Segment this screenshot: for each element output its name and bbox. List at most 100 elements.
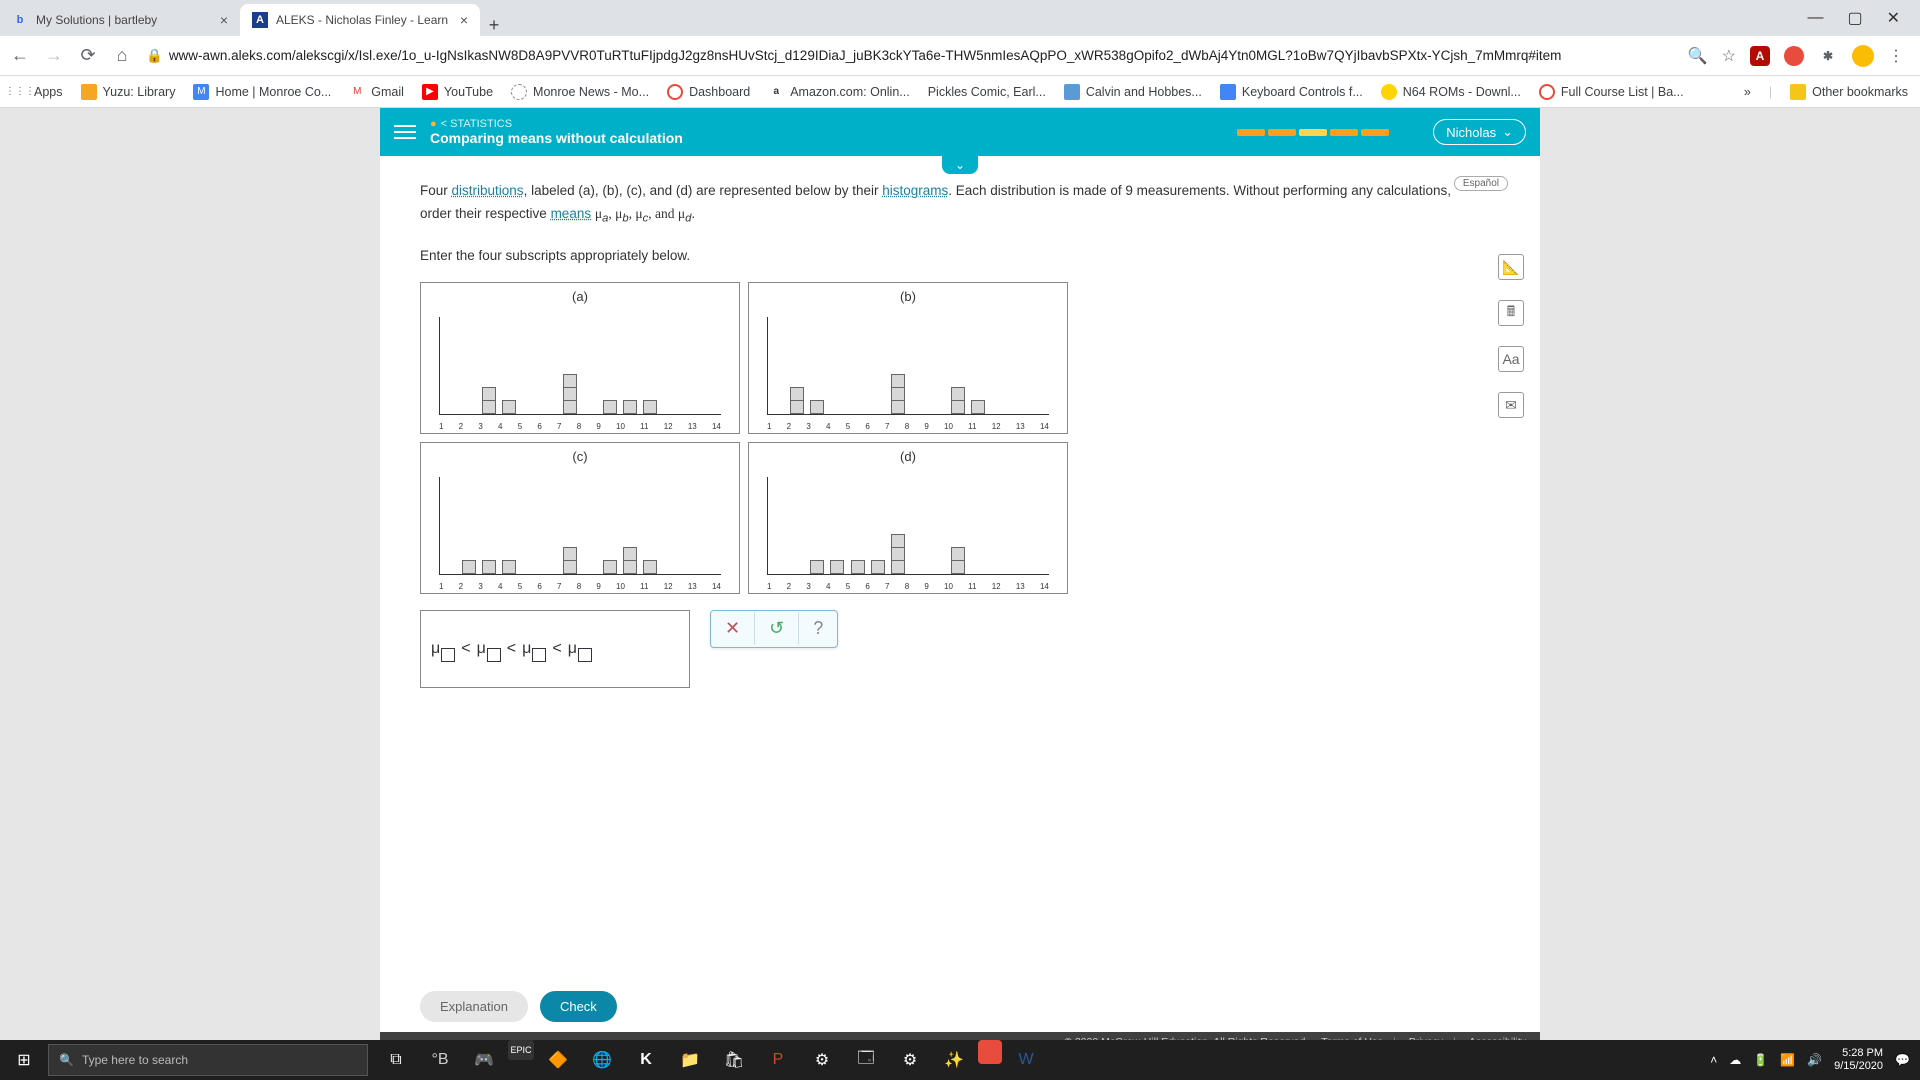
link-distributions[interactable]: distributions xyxy=(452,183,524,198)
breadcrumb[interactable]: ●< STATISTICS xyxy=(430,118,683,130)
clear-button[interactable]: ✕ xyxy=(711,612,755,645)
ext-red-icon[interactable] xyxy=(1784,46,1804,66)
taskbar-app-icon[interactable]: K xyxy=(626,1040,666,1080)
back-icon[interactable]: ← xyxy=(10,45,30,66)
calculator-tool-icon[interactable]: 🖩 xyxy=(1498,300,1524,326)
bookmark-icon xyxy=(1064,84,1080,100)
explanation-button[interactable]: Explanation xyxy=(420,991,528,1022)
taskbar-steam-icon[interactable]: ⚙ xyxy=(890,1040,930,1080)
bookmark-amazon[interactable]: aAmazon.com: Onlin... xyxy=(768,84,910,100)
taskbar-word-icon[interactable]: W xyxy=(1006,1040,1046,1080)
ext-puzzle-icon[interactable]: ✱ xyxy=(1818,46,1838,66)
close-icon[interactable]: × xyxy=(220,12,228,28)
bookmark-label: Home | Monroe Co... xyxy=(215,85,331,99)
search-placeholder: Type here to search xyxy=(82,1053,188,1067)
notifications-icon[interactable]: 💬 xyxy=(1895,1053,1910,1067)
tray-chevron-icon[interactable]: ˄ xyxy=(1710,1053,1717,1067)
link-histograms[interactable]: histograms xyxy=(882,183,948,198)
taskbar-chrome-icon[interactable]: 🌐 xyxy=(582,1040,622,1080)
tab-bartleby[interactable]: b My Solutions | bartleby × xyxy=(0,4,240,36)
url-field[interactable]: 🔒 www-awn.aleks.com/alekscgi/x/Isl.exe/1… xyxy=(146,48,1674,64)
tray-wifi-icon[interactable]: 📶 xyxy=(1780,1053,1795,1067)
bookmark-pickles[interactable]: Pickles Comic, Earl... xyxy=(928,85,1046,99)
bookmarks-overflow-icon[interactable]: » xyxy=(1744,85,1751,99)
subscript-input-2[interactable] xyxy=(487,648,501,662)
task-view-icon[interactable]: ⧉ xyxy=(376,1040,416,1080)
bookmark-youtube[interactable]: ▶YouTube xyxy=(422,84,493,100)
bookmark-gmail[interactable]: MGmail xyxy=(349,84,404,100)
help-button[interactable]: ? xyxy=(799,612,837,645)
bookmark-apps[interactable]: ⋮⋮⋮Apps xyxy=(12,84,63,100)
lock-icon: 🔒 xyxy=(146,48,163,64)
taskbar-clock[interactable]: 5:28 PM 9/15/2020 xyxy=(1834,1047,1883,1073)
user-menu[interactable]: Nicholas ⌄ xyxy=(1433,119,1526,145)
bookmark-dashboard[interactable]: Dashboard xyxy=(667,84,750,100)
reload-icon[interactable]: ⟳ xyxy=(78,45,98,66)
minimize-icon[interactable]: — xyxy=(1807,9,1823,27)
clock-date: 9/15/2020 xyxy=(1834,1060,1883,1073)
subscript-input-4[interactable] xyxy=(578,648,592,662)
maximize-icon[interactable]: ▢ xyxy=(1847,8,1862,28)
tab-aleks[interactable]: A ALEKS - Nicholas Finley - Learn × xyxy=(240,4,480,36)
tab-title: My Solutions | bartleby xyxy=(36,13,157,27)
taskbar-app-icon[interactable]: 🔶 xyxy=(538,1040,578,1080)
star-icon[interactable]: ☆ xyxy=(1722,46,1736,66)
search-url-icon[interactable]: 🔍 xyxy=(1688,46,1708,66)
menu-icon[interactable] xyxy=(394,125,416,139)
check-button[interactable]: Check xyxy=(540,991,617,1022)
bookmark-n64[interactable]: N64 ROMs - Downl... xyxy=(1381,84,1521,100)
message-tool-icon[interactable]: ✉ xyxy=(1498,392,1524,418)
home-icon[interactable]: ⌂ xyxy=(112,45,132,66)
taskbar-app-icon[interactable]: 🎮 xyxy=(464,1040,504,1080)
taskbar-app-icon[interactable]: °B xyxy=(420,1040,460,1080)
plot-label: (c) xyxy=(421,443,739,464)
taskbar-app-icon[interactable]: 🗔 xyxy=(846,1040,886,1080)
forward-icon[interactable]: → xyxy=(44,45,64,66)
font-tool-icon[interactable]: Aa xyxy=(1498,346,1524,372)
ext-adobe-icon[interactable]: A xyxy=(1750,46,1770,66)
start-button[interactable]: ⊞ xyxy=(0,1050,48,1070)
chevron-down-icon[interactable]: ⌄ xyxy=(942,156,978,174)
bookmark-label: Full Course List | Ba... xyxy=(1561,85,1684,99)
language-toggle[interactable]: Español xyxy=(1454,176,1508,191)
favicon-aleks: A xyxy=(252,12,268,28)
taskbar-powerpoint-icon[interactable]: P xyxy=(758,1040,798,1080)
tab-title: ALEKS - Nicholas Finley - Learn xyxy=(276,13,448,27)
reset-button[interactable]: ↺ xyxy=(755,612,799,645)
taskbar-explorer-icon[interactable]: 📁 xyxy=(670,1040,710,1080)
taskbar-app-icon[interactable]: ✨ xyxy=(934,1040,974,1080)
bookmark-fullcourse[interactable]: Full Course List | Ba... xyxy=(1539,84,1684,100)
ruler-tool-icon[interactable]: 📐 xyxy=(1498,254,1524,280)
bookmark-monroe-news[interactable]: Monroe News - Mo... xyxy=(511,84,649,100)
answer-input-box[interactable]: μ < μ < μ < μ xyxy=(420,610,690,688)
text: , and μ xyxy=(648,206,685,221)
ext-avatar-icon[interactable] xyxy=(1852,45,1874,67)
close-window-icon[interactable]: ✕ xyxy=(1887,8,1900,28)
taskbar-app-icon[interactable]: EPIC xyxy=(508,1040,534,1060)
new-tab-button[interactable]: + xyxy=(480,15,508,36)
bars xyxy=(439,375,721,414)
close-icon[interactable]: × xyxy=(460,12,468,28)
url-text: www-awn.aleks.com/alekscgi/x/Isl.exe/1o_… xyxy=(169,48,1562,63)
link-means[interactable]: means xyxy=(551,206,592,221)
histogram-grid: (a)1234567891011121314(b)123456789101112… xyxy=(420,282,1472,594)
taskbar-settings-icon[interactable]: ⚙ xyxy=(802,1040,842,1080)
plot-label: (a) xyxy=(421,283,739,304)
tray-battery-icon[interactable]: 🔋 xyxy=(1753,1053,1768,1067)
tray-onedrive-icon[interactable]: ☁ xyxy=(1729,1053,1741,1067)
page-title: Comparing means without calculation xyxy=(430,130,683,146)
subscript-input-3[interactable] xyxy=(532,648,546,662)
bookmark-yuzu[interactable]: Yuzu: Library xyxy=(81,84,176,100)
menu-icon[interactable]: ⋮ xyxy=(1888,46,1904,66)
address-bar: ← → ⟳ ⌂ 🔒 www-awn.aleks.com/alekscgi/x/I… xyxy=(0,36,1920,76)
other-bookmarks[interactable]: Other bookmarks xyxy=(1790,84,1908,100)
bookmark-monroe[interactable]: MHome | Monroe Co... xyxy=(193,84,331,100)
bookmark-calvin[interactable]: Calvin and Hobbes... xyxy=(1064,84,1202,100)
tray-volume-icon[interactable]: 🔊 xyxy=(1807,1053,1822,1067)
page-background: ●< STATISTICS Comparing means without ca… xyxy=(0,108,1920,1052)
taskbar-app-icon[interactable] xyxy=(978,1040,1002,1064)
taskbar-search[interactable]: 🔍 Type here to search xyxy=(48,1044,368,1076)
bookmark-keyboard[interactable]: Keyboard Controls f... xyxy=(1220,84,1363,100)
subscript-input-1[interactable] xyxy=(441,648,455,662)
taskbar-store-icon[interactable]: 🛍 xyxy=(714,1040,754,1080)
